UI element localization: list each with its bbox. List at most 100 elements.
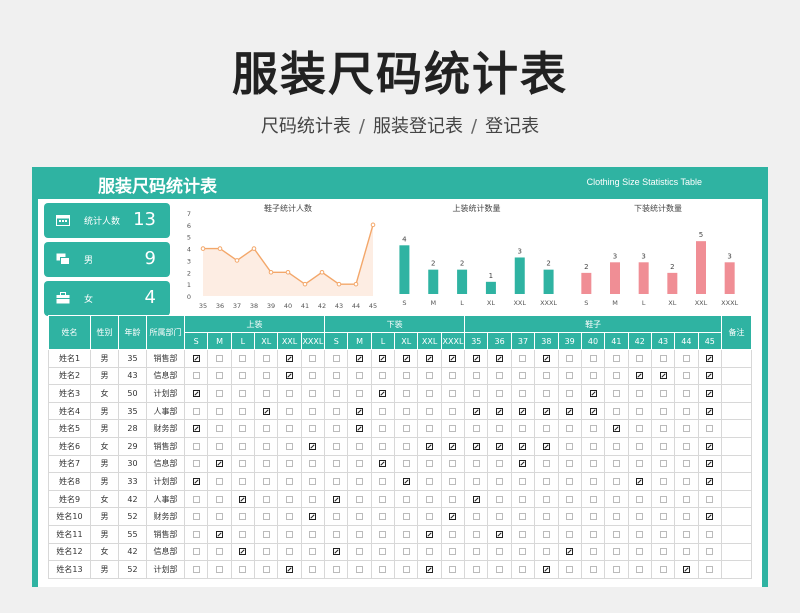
checkbox-unchecked[interactable] xyxy=(682,460,690,468)
checkbox-checked[interactable] xyxy=(542,354,550,362)
checkbox-unchecked[interactable] xyxy=(239,477,247,485)
checkbox-checked[interactable] xyxy=(192,477,200,485)
checkbox-unchecked[interactable] xyxy=(402,425,410,433)
checkbox-unchecked[interactable] xyxy=(262,425,270,433)
checkbox-unchecked[interactable] xyxy=(379,530,387,538)
checkbox-unchecked[interactable] xyxy=(472,513,480,521)
checkbox-unchecked[interactable] xyxy=(216,565,224,573)
checkbox-unchecked[interactable] xyxy=(286,442,294,450)
checkbox-unchecked[interactable] xyxy=(659,565,667,573)
checkbox-unchecked[interactable] xyxy=(659,442,667,450)
checkbox-unchecked[interactable] xyxy=(426,495,434,503)
checkbox-unchecked[interactable] xyxy=(286,389,294,397)
checkbox-unchecked[interactable] xyxy=(379,407,387,415)
checkbox-unchecked[interactable] xyxy=(402,513,410,521)
checkbox-unchecked[interactable] xyxy=(356,548,364,556)
checkbox-checked[interactable] xyxy=(659,372,667,380)
checkbox-unchecked[interactable] xyxy=(589,442,597,450)
checkbox-checked[interactable] xyxy=(426,442,434,450)
checkbox-unchecked[interactable] xyxy=(216,354,224,362)
checkbox-checked[interactable] xyxy=(239,548,247,556)
checkbox-unchecked[interactable] xyxy=(379,425,387,433)
checkbox-unchecked[interactable] xyxy=(449,565,457,573)
checkbox-unchecked[interactable] xyxy=(449,389,457,397)
checkbox-unchecked[interactable] xyxy=(589,354,597,362)
checkbox-unchecked[interactable] xyxy=(682,389,690,397)
checkbox-checked[interactable] xyxy=(356,425,364,433)
checkbox-checked[interactable] xyxy=(519,407,527,415)
checkbox-unchecked[interactable] xyxy=(566,495,574,503)
checkbox-checked[interactable] xyxy=(706,389,714,397)
checkbox-unchecked[interactable] xyxy=(519,548,527,556)
checkbox-unchecked[interactable] xyxy=(426,407,434,415)
checkbox-unchecked[interactable] xyxy=(682,477,690,485)
checkbox-unchecked[interactable] xyxy=(332,477,340,485)
checkbox-unchecked[interactable] xyxy=(239,389,247,397)
checkbox-checked[interactable] xyxy=(402,477,410,485)
checkbox-unchecked[interactable] xyxy=(612,442,620,450)
checkbox-unchecked[interactable] xyxy=(402,407,410,415)
checkbox-checked[interactable] xyxy=(706,372,714,380)
checkbox-unchecked[interactable] xyxy=(636,425,644,433)
checkbox-unchecked[interactable] xyxy=(192,495,200,503)
checkbox-checked[interactable] xyxy=(426,565,434,573)
checkbox-checked[interactable] xyxy=(332,495,340,503)
checkbox-unchecked[interactable] xyxy=(216,548,224,556)
checkbox-checked[interactable] xyxy=(589,407,597,415)
checkbox-unchecked[interactable] xyxy=(682,495,690,503)
checkbox-checked[interactable] xyxy=(682,565,690,573)
checkbox-unchecked[interactable] xyxy=(192,407,200,415)
checkbox-unchecked[interactable] xyxy=(496,548,504,556)
checkbox-checked[interactable] xyxy=(566,548,574,556)
checkbox-unchecked[interactable] xyxy=(216,389,224,397)
checkbox-unchecked[interactable] xyxy=(566,530,574,538)
checkbox-unchecked[interactable] xyxy=(309,495,317,503)
checkbox-unchecked[interactable] xyxy=(216,495,224,503)
checkbox-unchecked[interactable] xyxy=(589,425,597,433)
checkbox-checked[interactable] xyxy=(472,442,480,450)
checkbox-unchecked[interactable] xyxy=(239,565,247,573)
checkbox-unchecked[interactable] xyxy=(332,354,340,362)
checkbox-unchecked[interactable] xyxy=(192,460,200,468)
checkbox-unchecked[interactable] xyxy=(659,513,667,521)
checkbox-unchecked[interactable] xyxy=(659,477,667,485)
checkbox-checked[interactable] xyxy=(542,565,550,573)
checkbox-unchecked[interactable] xyxy=(379,513,387,521)
checkbox-unchecked[interactable] xyxy=(542,372,550,380)
checkbox-unchecked[interactable] xyxy=(286,425,294,433)
checkbox-unchecked[interactable] xyxy=(542,530,550,538)
checkbox-unchecked[interactable] xyxy=(449,495,457,503)
checkbox-checked[interactable] xyxy=(286,565,294,573)
checkbox-unchecked[interactable] xyxy=(192,530,200,538)
checkbox-unchecked[interactable] xyxy=(379,565,387,573)
checkbox-checked[interactable] xyxy=(496,442,504,450)
checkbox-checked[interactable] xyxy=(379,460,387,468)
checkbox-checked[interactable] xyxy=(309,442,317,450)
checkbox-unchecked[interactable] xyxy=(216,513,224,521)
checkbox-unchecked[interactable] xyxy=(262,495,270,503)
checkbox-checked[interactable] xyxy=(706,442,714,450)
checkbox-unchecked[interactable] xyxy=(449,425,457,433)
checkbox-checked[interactable] xyxy=(542,407,550,415)
checkbox-unchecked[interactable] xyxy=(402,565,410,573)
checkbox-unchecked[interactable] xyxy=(589,548,597,556)
checkbox-unchecked[interactable] xyxy=(262,477,270,485)
checkbox-unchecked[interactable] xyxy=(309,548,317,556)
checkbox-unchecked[interactable] xyxy=(379,372,387,380)
checkbox-unchecked[interactable] xyxy=(426,548,434,556)
checkbox-checked[interactable] xyxy=(472,354,480,362)
checkbox-unchecked[interactable] xyxy=(496,477,504,485)
checkbox-unchecked[interactable] xyxy=(426,372,434,380)
checkbox-unchecked[interactable] xyxy=(682,442,690,450)
checkbox-unchecked[interactable] xyxy=(589,495,597,503)
checkbox-checked[interactable] xyxy=(519,460,527,468)
checkbox-unchecked[interactable] xyxy=(706,565,714,573)
checkbox-unchecked[interactable] xyxy=(426,460,434,468)
checkbox-unchecked[interactable] xyxy=(636,407,644,415)
checkbox-unchecked[interactable] xyxy=(426,513,434,521)
checkbox-unchecked[interactable] xyxy=(309,389,317,397)
checkbox-unchecked[interactable] xyxy=(239,513,247,521)
checkbox-unchecked[interactable] xyxy=(496,372,504,380)
checkbox-unchecked[interactable] xyxy=(286,477,294,485)
checkbox-unchecked[interactable] xyxy=(472,460,480,468)
